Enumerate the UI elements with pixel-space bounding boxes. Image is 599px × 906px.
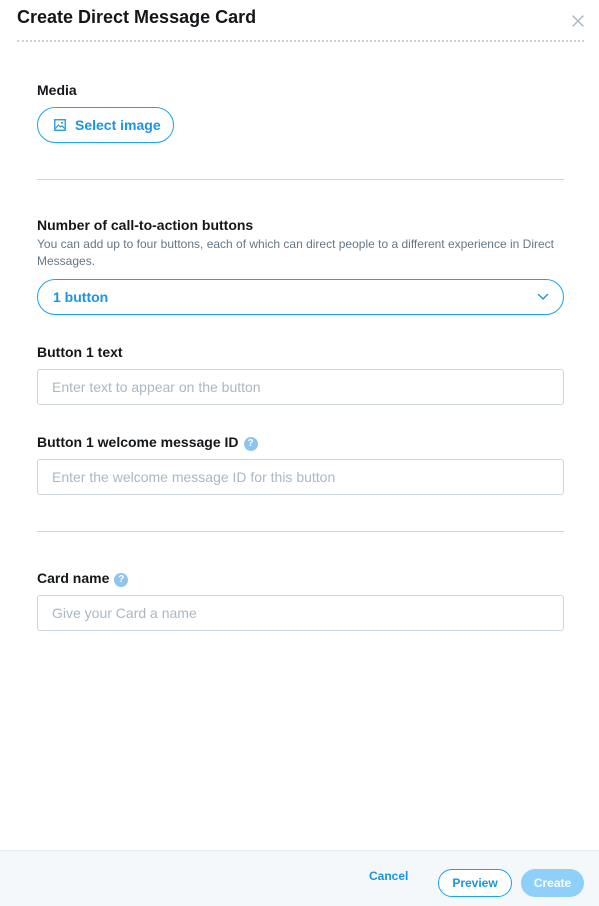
close-icon: [572, 15, 584, 27]
button1-text-label: Button 1 text: [37, 344, 123, 360]
dialog-header: Create Direct Message Card: [0, 0, 599, 42]
image-icon: [54, 119, 66, 131]
header-divider: [17, 40, 584, 42]
create-button[interactable]: Create: [521, 869, 584, 897]
select-image-label: Select image: [75, 117, 161, 133]
close-button[interactable]: [569, 12, 587, 30]
card-name-input[interactable]: [37, 595, 564, 631]
preview-button[interactable]: Preview: [438, 869, 512, 897]
dialog-footer: Cancel Preview Create: [0, 850, 599, 906]
cta-count-selected: 1 button: [53, 289, 109, 305]
section-divider: [37, 531, 564, 532]
dialog-title: Create Direct Message Card: [17, 7, 257, 27]
cta-count-label: Number of call-to-action buttons: [37, 217, 254, 233]
button1-welcome-label: Button 1 welcome message ID?: [37, 434, 258, 451]
cancel-button[interactable]: Cancel: [369, 869, 408, 883]
section-divider: [37, 179, 564, 180]
button1-text-input[interactable]: [37, 369, 564, 405]
help-icon[interactable]: ?: [114, 573, 129, 587]
button1-welcome-label-text: Button 1 welcome message ID: [37, 434, 239, 450]
card-name-label: Card name?: [37, 570, 129, 587]
welcome-message-id-input[interactable]: [37, 459, 564, 495]
help-icon[interactable]: ?: [243, 437, 258, 451]
select-image-button[interactable]: Select image: [37, 107, 174, 143]
cta-count-dropdown[interactable]: 1 button: [37, 279, 564, 315]
chevron-down-icon: [537, 293, 549, 300]
card-name-label-text: Card name: [37, 570, 110, 586]
cta-description: You can add up to four buttons, each of …: [37, 237, 555, 268]
media-label: Media: [37, 82, 77, 98]
